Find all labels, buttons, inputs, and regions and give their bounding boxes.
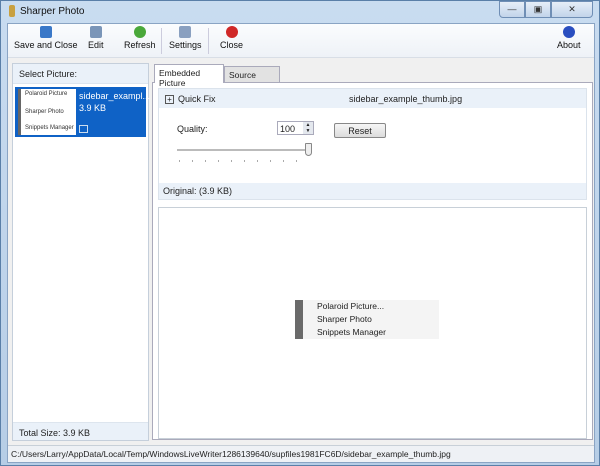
minimize-button[interactable]: — (499, 1, 525, 18)
expand-icon[interactable]: + (165, 95, 174, 105)
settings-label: Settings (169, 40, 202, 50)
tab-content: + Quick Fix sidebar_example_thumb.jpg Qua… (152, 82, 593, 440)
thumb-line: Polaroid Picture (25, 91, 68, 97)
save-and-close-button[interactable]: Save and Close (14, 26, 78, 50)
slider-thumb[interactable] (305, 143, 312, 156)
toolbar: Save and Close Edit Refresh Settings Clo… (8, 24, 594, 58)
embedded-icon (79, 125, 88, 133)
maximize-button[interactable]: ▣ (525, 1, 551, 18)
select-picture-header: Select Picture: (13, 64, 148, 84)
refresh-button[interactable]: Refresh (124, 26, 156, 50)
help-icon (562, 26, 575, 38)
app-icon (9, 5, 15, 17)
picture-thumbnail: Polaroid Picture Sharper Photo Snippets … (18, 89, 76, 135)
about-button[interactable]: About (557, 26, 581, 50)
picture-list-item[interactable]: Polaroid Picture Sharper Photo Snippets … (15, 87, 150, 137)
save-and-close-label: Save and Close (14, 40, 78, 50)
app-window: Sharper Photo — ▣ ✕ Save and Close Edit … (0, 0, 600, 466)
close-icon (225, 26, 238, 38)
picture-list-panel: Select Picture: Polaroid Picture Sharper… (12, 63, 150, 441)
preview-image: Polaroid Picture... Sharper Photo Snippe… (295, 300, 439, 339)
quality-value: 100 (280, 124, 296, 134)
tab-source-picture[interactable]: Source Picture (224, 66, 280, 90)
status-bar: C:/Users/Larry/AppData/Local/Temp/Window… (8, 445, 594, 462)
quality-label: Quality: (177, 124, 208, 134)
title-bar: Sharper Photo (9, 5, 85, 17)
thumb-line: Snippets Manager (25, 125, 74, 131)
thumb-line: Sharper Photo (25, 109, 64, 115)
preview-line: Polaroid Picture... (317, 301, 385, 311)
quality-spinner[interactable]: 100 ▲ ▼ (277, 121, 314, 135)
original-size: Original: (3.9 KB) (159, 183, 586, 199)
toolbar-separator (161, 28, 162, 54)
slider-ticks (179, 160, 309, 162)
settings-button[interactable]: Settings (169, 26, 202, 50)
refresh-icon (133, 26, 146, 38)
edit-label: Edit (88, 40, 104, 50)
quality-slider[interactable] (177, 149, 311, 151)
picture-preview: Polaroid Picture... Sharper Photo Snippe… (158, 207, 587, 439)
preview-line: Sharper Photo (317, 314, 372, 324)
total-size: Total Size: 3.9 KB (13, 422, 148, 440)
refresh-label: Refresh (124, 40, 156, 50)
close-button[interactable]: Close (220, 26, 243, 50)
edit-icon (89, 26, 102, 38)
quick-fix-title: Quick Fix (178, 94, 216, 104)
close-window-button[interactable]: ✕ (551, 1, 593, 18)
close-label: Close (220, 40, 244, 50)
toolbar-separator (208, 28, 209, 54)
preview-line: Snippets Manager (317, 327, 386, 337)
edit-button[interactable]: Edit (88, 26, 104, 50)
about-label: About (557, 40, 581, 50)
tab-embedded-picture[interactable]: Embedded Picture (154, 64, 224, 88)
window-title: Sharper Photo (20, 5, 85, 17)
file-name: sidebar_example_thumb.jpg (349, 94, 463, 104)
quick-fix-panel: + Quick Fix sidebar_example_thumb.jpg Qua… (158, 88, 587, 200)
picture-name: sidebar_exampl... (79, 91, 151, 101)
picture-size: 3.9 KB (79, 103, 107, 113)
spinner-arrows-icon[interactable]: ▲ ▼ (303, 122, 313, 134)
reset-button[interactable]: Reset (334, 123, 386, 138)
settings-icon (179, 26, 192, 38)
save-icon (39, 26, 52, 38)
